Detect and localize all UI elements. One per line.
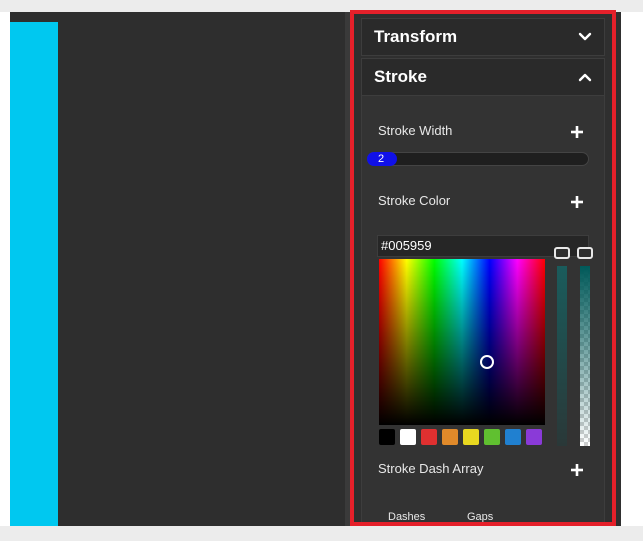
hue-slider-handle[interactable] — [554, 247, 570, 259]
stroke-width-slider[interactable] — [367, 152, 589, 166]
hue-slider[interactable] — [557, 266, 567, 446]
stroke-color-label: Stroke Color — [378, 193, 451, 208]
chevron-down-icon[interactable] — [578, 30, 592, 44]
plus-icon[interactable] — [570, 463, 584, 477]
stroke-width-label: Stroke Width — [378, 123, 453, 138]
alpha-slider[interactable] — [580, 266, 590, 446]
color-swatch[interactable] — [442, 429, 458, 445]
color-swatch[interactable] — [484, 429, 500, 445]
dashes-tab[interactable]: Dashes — [388, 511, 425, 523]
stroke-width-slider-thumb[interactable]: 2 — [367, 152, 397, 166]
color-swatch[interactable] — [400, 429, 416, 445]
stroke-section-title: Stroke — [374, 67, 427, 86]
canvas-shape[interactable] — [10, 22, 58, 526]
color-swatch[interactable] — [463, 429, 479, 445]
top-bar — [0, 0, 643, 12]
stroke-section-header[interactable]: Stroke — [361, 58, 605, 96]
gaps-tab[interactable]: Gaps — [467, 511, 493, 523]
color-swatch[interactable] — [421, 429, 437, 445]
plus-icon[interactable] — [570, 125, 584, 139]
stroke-dash-array-label: Stroke Dash Array — [378, 461, 484, 476]
alpha-slider-handle[interactable] — [577, 247, 593, 259]
color-swatch[interactable] — [526, 429, 542, 445]
color-swatch[interactable] — [379, 429, 395, 445]
canvas-area[interactable] — [10, 12, 345, 526]
bottom-bar — [0, 526, 643, 541]
properties-panel: Transform Stroke Stroke Width 2 Stroke C… — [351, 12, 621, 526]
saturation-value-picker[interactable] — [379, 259, 545, 425]
color-picker-cursor[interactable] — [480, 355, 494, 369]
panel-scrollbar[interactable] — [629, 78, 637, 300]
plus-icon[interactable] — [570, 195, 584, 209]
transform-section-title: Transform — [374, 27, 458, 46]
transform-section-header[interactable]: Transform — [361, 18, 605, 56]
chevron-up-icon[interactable] — [578, 70, 592, 84]
color-swatch[interactable] — [505, 429, 521, 445]
